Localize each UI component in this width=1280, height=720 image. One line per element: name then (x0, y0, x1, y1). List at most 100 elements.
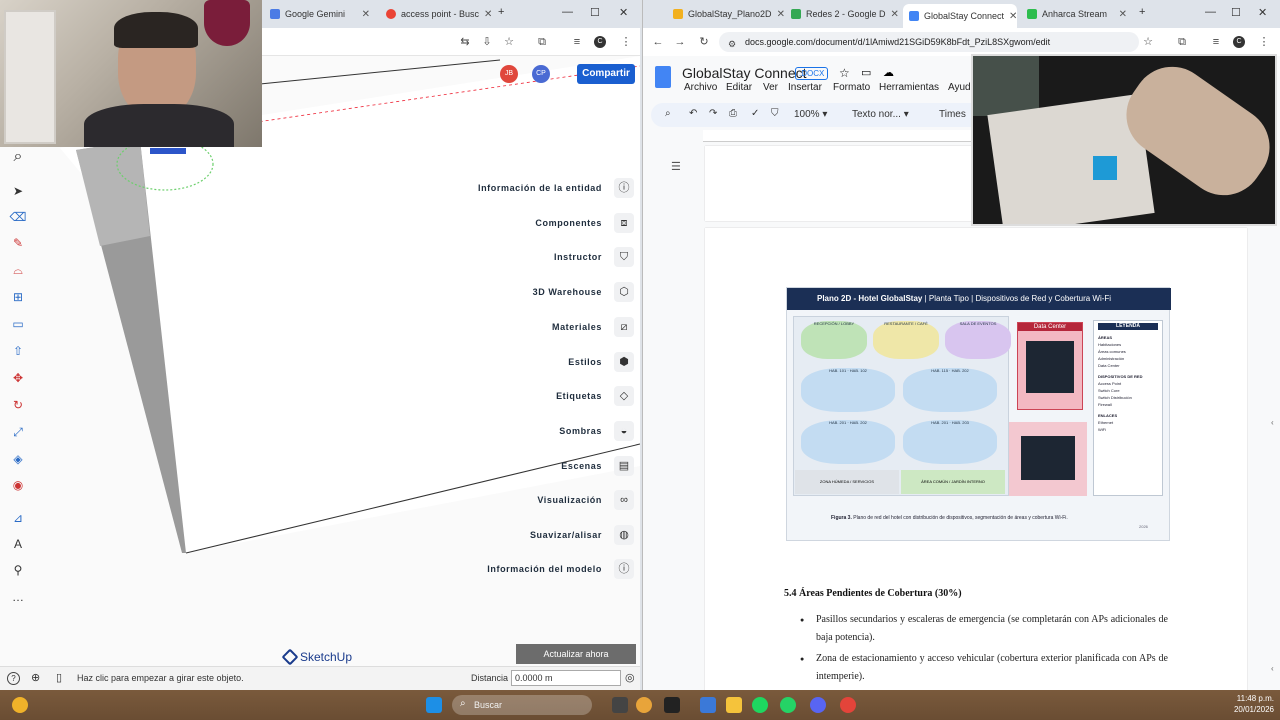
close-tab-icon[interactable]: ✕ (1119, 9, 1127, 20)
undo-icon[interactable]: ↶ (689, 108, 697, 119)
help-icon[interactable]: ? (7, 672, 20, 685)
bookmark-star-icon[interactable]: ☆ (1141, 35, 1155, 49)
profile-avatar[interactable]: C (594, 36, 606, 48)
visualization-icon[interactable]: ∞ (614, 490, 634, 510)
new-tab-icon[interactable]: + (1139, 6, 1145, 18)
close-tab-icon[interactable]: ✕ (777, 9, 785, 20)
text-tool-icon[interactable]: A (9, 535, 27, 553)
warehouse-icon[interactable]: ⬡ (614, 282, 634, 302)
avatar-cp[interactable]: CP (532, 65, 550, 83)
translate-icon[interactable]: ⇆ (458, 35, 472, 49)
select-tool-icon[interactable]: ➤ (9, 182, 27, 200)
url-input[interactable]: docs.google.com/document/d/1lAmiwd21SGiD… (719, 32, 1139, 52)
profile-avatar[interactable]: C (1233, 36, 1245, 48)
discord-icon[interactable] (810, 697, 826, 713)
tape-measure-icon[interactable]: ⊿ (9, 509, 27, 527)
close-window-icon[interactable]: ✕ (619, 6, 628, 19)
app-icon[interactable] (664, 697, 680, 713)
install-icon[interactable]: ⇩ (480, 35, 494, 49)
doc-title[interactable]: GlobalStay Connect (682, 65, 807, 81)
extensions-icon[interactable]: ⧉ (1175, 35, 1189, 49)
zoom-select[interactable]: 100% ▾ (794, 109, 827, 120)
media-icon[interactable]: ≡ (570, 35, 584, 49)
start-icon[interactable] (426, 697, 442, 713)
network-plan-figure[interactable]: Plano 2D - Hotel GlobalStay | Planta Tip… (786, 287, 1171, 541)
pencil-tool-icon[interactable]: ✎ (9, 234, 27, 252)
share-button[interactable]: Compartir (577, 64, 635, 84)
search-menus-icon[interactable]: ⌕ (665, 108, 671, 119)
instructor-icon[interactable]: ⛉ (614, 247, 634, 267)
update-now-button[interactable]: Actualizar ahora (516, 644, 636, 664)
bookmark-star-icon[interactable]: ☆ (502, 35, 516, 49)
styles-icon[interactable]: ⬢ (614, 352, 634, 372)
extensions-icon[interactable]: ⧉ (535, 35, 549, 49)
rotate-tool-icon[interactable]: ↻ (9, 396, 27, 414)
close-tab-icon[interactable]: ✕ (891, 9, 899, 20)
tray-item[interactable]: Estilos ⬢ (568, 351, 634, 373)
close-window-icon[interactable]: ✕ (1258, 6, 1267, 19)
new-tab-icon[interactable]: + (498, 6, 504, 18)
menu-insertar[interactable]: Insertar (788, 82, 822, 93)
style-select[interactable]: Texto nor... ▾ (852, 109, 909, 120)
scale-tool-icon[interactable]: ⤢ (9, 423, 27, 441)
materials-icon[interactable]: ⧄ (614, 317, 634, 337)
clock[interactable]: 11:48 p.m. 20/01/2026 (1222, 693, 1274, 715)
reload-icon[interactable]: ↻ (697, 35, 711, 49)
menu-archivo[interactable]: Archivo (684, 82, 717, 93)
more-menu-icon[interactable]: ⋮ (619, 35, 633, 49)
tray-item[interactable]: Suavizar/alisar ◍ (530, 524, 634, 546)
chrome-icon[interactable] (636, 697, 652, 713)
tray-item[interactable]: Sombras ◒ (559, 420, 634, 442)
scroll-indicator-icon[interactable]: ‹ (1271, 418, 1274, 427)
tags-icon[interactable]: ◇ (614, 386, 634, 406)
tray-item[interactable]: 3D Warehouse ⬡ (533, 281, 634, 303)
tab-gemini[interactable]: Google Gemini ✕ (264, 4, 376, 24)
spellcheck-icon[interactable]: ✓ (751, 108, 759, 119)
cloud-status-icon[interactable]: ☁ (883, 66, 894, 79)
tab-anharca-stream[interactable]: Anharca Stream ✕ (1021, 4, 1133, 24)
redo-icon[interactable]: ↷ (709, 108, 717, 119)
forward-icon[interactable]: → (673, 35, 687, 49)
maximize-icon[interactable]: ☐ (1231, 6, 1241, 19)
docs-logo-icon[interactable] (655, 66, 671, 88)
back-icon[interactable]: ← (651, 35, 665, 49)
tray-item[interactable]: Etiquetas ◇ (556, 385, 634, 407)
move-folder-icon[interactable]: ▭ (861, 66, 871, 79)
zoom-tool-icon[interactable]: ⚲ (9, 561, 27, 579)
tray-item[interactable]: Información de la entidad ⓘ (478, 177, 634, 199)
arc-tool-icon[interactable]: ⌓ (9, 261, 27, 279)
tray-item[interactable]: Visualización ∞ (537, 489, 634, 511)
weather-icon[interactable] (12, 697, 28, 713)
geolocation-icon[interactable]: ⊕ (31, 671, 40, 684)
site-info-icon[interactable]: ⚙ (725, 37, 739, 51)
paint-format-icon[interactable]: ⛉ (771, 108, 779, 119)
sketchup-viewport[interactable]: JB CP Compartir ⌕ ➤ ⌫ ✎ ⌓ ⊞ ▭ ⇧ ✥ ↻ ⤢ ◈ … (0, 56, 640, 666)
model-info-icon[interactable]: ⓘ (614, 559, 634, 579)
tray-item[interactable]: Materiales ⧄ (552, 316, 634, 338)
eraser-tool-icon[interactable]: ⌫ (9, 208, 27, 226)
scenes-icon[interactable]: ▤ (614, 456, 634, 476)
more-menu-icon[interactable]: ⋮ (1257, 35, 1271, 49)
menu-editar[interactable]: Editar (726, 82, 752, 93)
move-tool-icon[interactable]: ✥ (9, 369, 27, 387)
spotify-icon[interactable] (752, 697, 768, 713)
minimize-icon[interactable]: — (562, 6, 573, 18)
smooth-icon[interactable]: ◍ (614, 525, 634, 545)
search-icon[interactable]: ⌕ (9, 148, 27, 166)
tray-item[interactable]: Información del modelo ⓘ (487, 558, 634, 580)
font-select[interactable]: Times (939, 109, 966, 120)
measurements-icon[interactable]: ◎ (625, 671, 635, 684)
star-icon[interactable]: ☆ (839, 66, 850, 80)
tab-globalstay-plano[interactable]: GlobalStay_Plano2D ✕ (667, 4, 785, 24)
tray-item[interactable]: Componentes ⧈ (535, 212, 634, 234)
avatar-jb[interactable]: JB (500, 65, 518, 83)
instructor-hint-icon[interactable]: ▯ (56, 671, 62, 684)
menu-ayuda[interactable]: Ayud (948, 82, 971, 93)
tray-item[interactable]: Escenas ▤ (561, 455, 634, 477)
minimize-icon[interactable]: — (1205, 6, 1216, 18)
info-box-icon[interactable]: ⓘ (614, 178, 634, 198)
menu-ver[interactable]: Ver (763, 82, 778, 93)
menu-formato[interactable]: Formato (833, 82, 870, 93)
file-explorer-icon[interactable] (726, 697, 742, 713)
rectangle-tool-icon[interactable]: ▭ (9, 315, 27, 333)
